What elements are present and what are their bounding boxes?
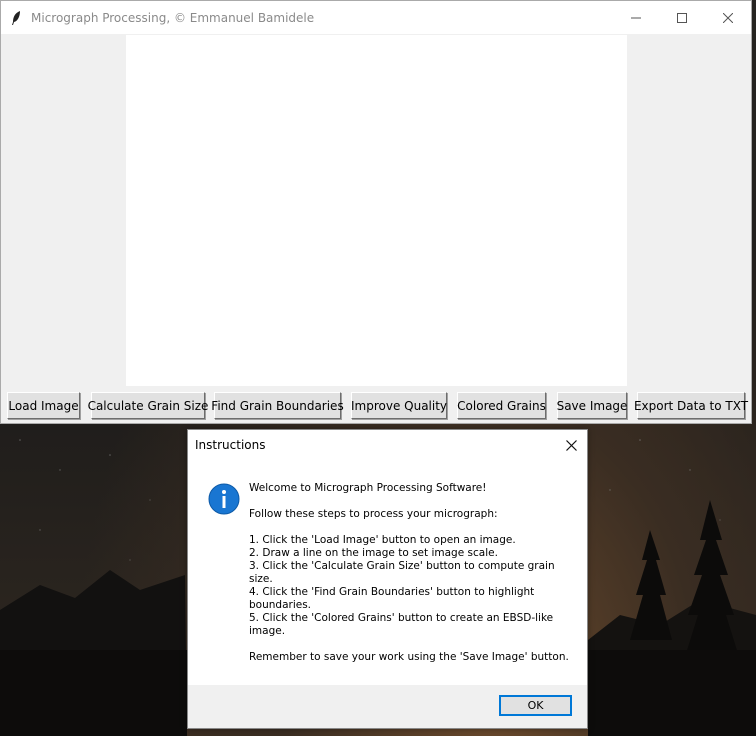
main-window: Micrograph Processing, © Emmanuel Bamide… [0,0,752,424]
feather-icon [1,1,31,34]
ok-button[interactable]: OK [499,695,572,716]
steps-list: 1. Click the 'Load Image' button to open… [249,534,569,638]
improve-quality-button[interactable]: Improve Quality [351,392,447,419]
title-bar[interactable]: Micrograph Processing, © Emmanuel Bamide… [1,1,751,34]
maximize-button[interactable] [659,1,705,34]
welcome-text: Welcome to Micrograph Processing Softwar… [249,482,487,494]
dialog-body: Welcome to Micrograph Processing Softwar… [188,459,587,687]
maximize-icon [677,12,687,23]
step-item: 5. Click the 'Colored Grains' button to … [249,612,554,637]
save-image-button[interactable]: Save Image [557,392,627,419]
info-icon [208,483,240,515]
export-data-button[interactable]: Export Data to TXT [634,392,748,419]
instructions-dialog: Instructions Welcome to Micrograph Proce… [187,429,588,729]
intro-text: Follow these steps to process your micro… [249,508,498,520]
step-item: 3. Click the 'Calculate Grain Size' butt… [249,560,555,585]
dialog-title: Instructions [195,437,266,452]
close-icon [723,12,733,23]
calculate-grain-size-button[interactable]: Calculate Grain Size [88,392,208,419]
close-button[interactable] [705,1,751,34]
window-title: Micrograph Processing, © Emmanuel Bamide… [31,10,315,25]
minimize-icon [631,17,641,18]
step-item: 4. Click the 'Find Grain Boundaries' but… [249,586,535,611]
step-item: 2. Draw a line on the image to set image… [249,547,498,559]
dialog-footer: OK [188,685,587,728]
colored-grains-button[interactable]: Colored Grains [457,392,546,419]
dialog-title-bar[interactable]: Instructions [188,430,587,459]
image-canvas[interactable] [126,35,627,386]
minimize-button[interactable] [613,1,659,34]
instructions-message: Welcome to Micrograph Processing Softwar… [249,482,569,677]
dialog-close-button[interactable] [561,435,581,455]
load-image-button[interactable]: Load Image [7,392,80,419]
close-icon [565,439,577,451]
toolbar: Load Image Calculate Grain Size Find Gra… [7,392,748,420]
reminder-text: Remember to save your work using the 'Sa… [249,651,569,663]
window-controls [613,1,751,34]
step-item: 1. Click the 'Load Image' button to open… [249,534,516,546]
find-grain-boundaries-button[interactable]: Find Grain Boundaries [211,392,344,419]
